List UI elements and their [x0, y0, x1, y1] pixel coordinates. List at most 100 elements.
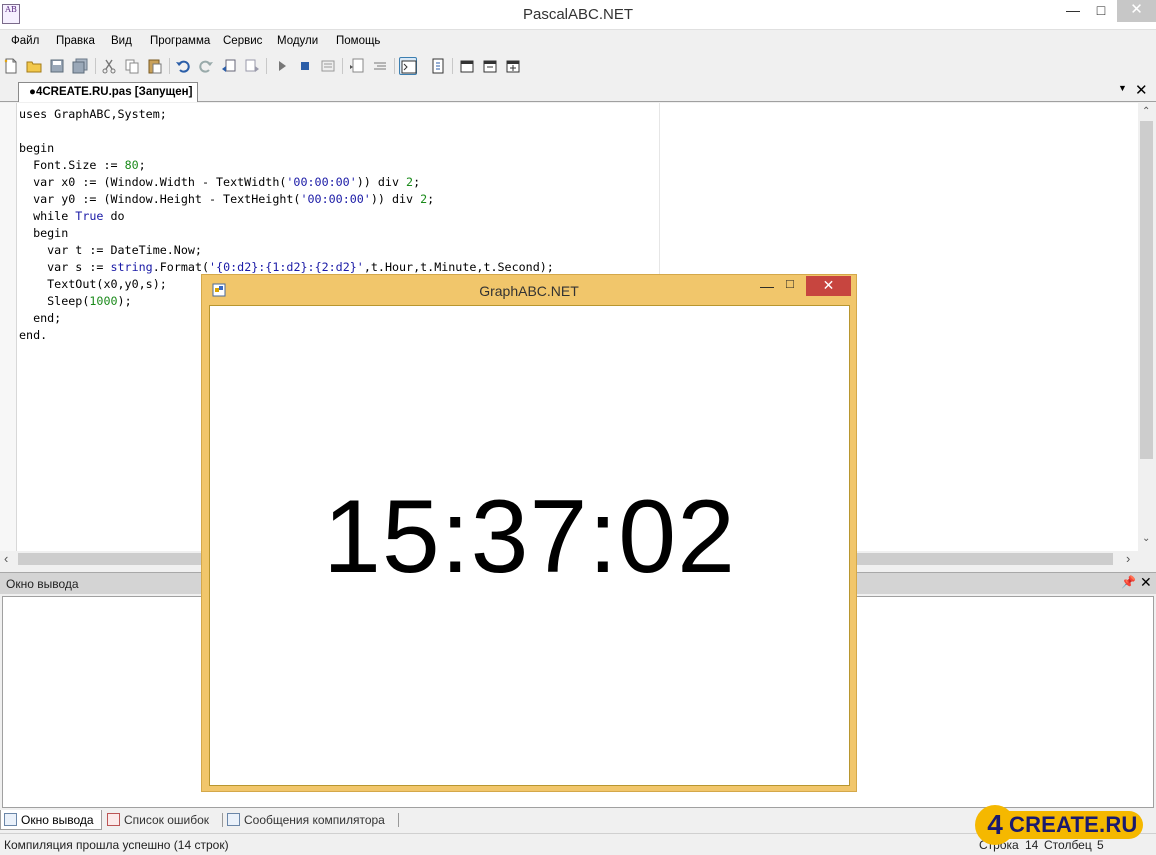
- code-line: while True do: [19, 208, 554, 225]
- save-icon[interactable]: [48, 57, 66, 75]
- tab-compiler-label: Сообщения компилятора: [244, 813, 385, 827]
- editor-gutter: [0, 103, 17, 551]
- graph-window-title: GraphABC.NET: [479, 283, 579, 299]
- stop-icon[interactable]: [296, 57, 314, 75]
- maximize-icon[interactable]: □: [1088, 0, 1114, 22]
- status-message: Компиляция прошла успешно (14 строк): [4, 838, 229, 852]
- toolbar-separator: [452, 58, 453, 74]
- code-token: ;: [138, 158, 146, 172]
- menu-program[interactable]: Программа: [150, 35, 210, 47]
- copy-icon[interactable]: [123, 57, 141, 75]
- pin-icon[interactable]: 📌: [1121, 575, 1136, 589]
- code-line: uses GraphABC,System;: [19, 106, 554, 123]
- save-all-icon[interactable]: [71, 57, 89, 75]
- tab-compiler-messages[interactable]: Сообщения компилятора: [224, 810, 396, 830]
- compile-icon[interactable]: [429, 57, 447, 75]
- scrollbar-thumb[interactable]: [1140, 121, 1153, 459]
- console-icon[interactable]: [399, 57, 417, 75]
- code-token: '00:00:00': [300, 192, 371, 206]
- menu-service[interactable]: Сервис: [223, 35, 262, 47]
- menu-file[interactable]: Файл: [11, 35, 39, 47]
- code-token: uses GraphABC,System;: [19, 107, 167, 121]
- close-icon[interactable]: ✕: [806, 276, 851, 296]
- code-token: begin: [19, 226, 69, 240]
- code-token: string: [110, 260, 153, 274]
- code-token: )) div: [356, 175, 407, 189]
- cut-icon[interactable]: [100, 57, 118, 75]
- toolbar-separator: [342, 58, 343, 74]
- menu-edit[interactable]: Правка: [56, 35, 95, 47]
- undo-icon[interactable]: [174, 57, 192, 75]
- vertical-scrollbar[interactable]: ⌃ ⌄: [1138, 103, 1156, 551]
- tab-errors[interactable]: Список ошибок: [104, 810, 220, 830]
- code-token: 1000: [89, 294, 118, 308]
- tab-output[interactable]: Окно вывода: [0, 810, 102, 830]
- output-panel-title: Окно вывода: [6, 577, 79, 591]
- chevron-down-icon[interactable]: ▼: [1118, 83, 1127, 93]
- open-folder-icon[interactable]: [25, 57, 43, 75]
- run-icon[interactable]: [273, 57, 291, 75]
- indent-icon[interactable]: [348, 57, 366, 75]
- editor-tabstrip: ●4CREATE.RU.pas [Запущен] ▼ ✕: [0, 81, 1156, 102]
- code-line: Font.Size := 80;: [19, 157, 554, 174]
- menu-view[interactable]: Вид: [111, 35, 132, 47]
- menu-bar: Файл Правка Вид Программа Сервис Модули …: [0, 31, 1156, 53]
- code-token: end;: [19, 311, 62, 325]
- tab-file[interactable]: ●4CREATE.RU.pas [Запущен]: [18, 82, 199, 102]
- close-icon[interactable]: ✕: [1117, 0, 1156, 22]
- code-token: 80: [124, 158, 139, 172]
- tab-errors-label: Список ошибок: [124, 813, 210, 827]
- output-window-icon: [4, 813, 17, 826]
- window-title: PascalABC.NET: [522, 6, 634, 23]
- step-out-icon[interactable]: [504, 57, 522, 75]
- minimize-icon[interactable]: —: [1060, 0, 1086, 22]
- debug-icon[interactable]: [319, 57, 337, 75]
- tab-separator: [398, 813, 399, 827]
- code-token: True: [75, 209, 104, 223]
- toolbar: [0, 55, 1156, 79]
- unindent-icon[interactable]: [371, 57, 389, 75]
- scroll-left-icon[interactable]: ‹: [4, 551, 8, 566]
- code-token: var t := DateTime.Now;: [19, 243, 202, 257]
- tab-output-label: Окно вывода: [21, 813, 94, 827]
- clock-text: 15:37:02: [323, 479, 736, 595]
- minimize-icon[interactable]: —: [760, 278, 774, 294]
- scroll-right-icon[interactable]: ›: [1126, 551, 1130, 566]
- step-into-icon[interactable]: [481, 57, 499, 75]
- redo-icon[interactable]: [197, 57, 215, 75]
- toolbar-separator: [169, 58, 170, 74]
- code-token: var y0 := (Window.Height - TextHeight(: [19, 192, 301, 206]
- close-icon[interactable]: ✕: [1140, 574, 1152, 591]
- toolbar-separator: [95, 58, 96, 74]
- code-token: );: [117, 294, 132, 308]
- code-token: var s :=: [19, 260, 111, 274]
- code-token: while: [19, 209, 76, 223]
- code-token: begin: [19, 141, 55, 155]
- toolbar-separator: [394, 58, 395, 74]
- compiler-messages-icon: [227, 813, 240, 826]
- toolbar-separator: [266, 58, 267, 74]
- paste-icon[interactable]: [146, 57, 164, 75]
- forward-icon[interactable]: [243, 57, 261, 75]
- new-file-icon[interactable]: [2, 57, 20, 75]
- code-line: begin: [19, 225, 554, 242]
- code-line: var t := DateTime.Now;: [19, 242, 554, 259]
- graphabc-window[interactable]: GraphABC.NET — □ ✕ 15:37:02: [201, 274, 857, 792]
- code-token: ;: [413, 175, 421, 189]
- code-token: Font.Size :=: [19, 158, 125, 172]
- scroll-up-icon[interactable]: ⌃: [1142, 106, 1150, 117]
- scroll-down-icon[interactable]: ⌄: [1142, 533, 1150, 544]
- maximize-icon[interactable]: □: [786, 276, 794, 291]
- code-token: .Format(: [152, 260, 210, 274]
- menu-help[interactable]: Помощь: [336, 35, 380, 47]
- back-icon[interactable]: [220, 57, 238, 75]
- code-line: var x0 := (Window.Width - TextWidth('00:…: [19, 174, 554, 191]
- menu-modules[interactable]: Модули: [277, 35, 318, 47]
- close-icon[interactable]: ✕: [1135, 81, 1148, 99]
- step-over-icon[interactable]: [458, 57, 476, 75]
- graph-canvas[interactable]: 15:37:02: [209, 305, 850, 786]
- code-token: Sleep(: [19, 294, 90, 308]
- tab-separator: [222, 813, 223, 827]
- code-token: ,t.Hour,t.Minute,t.Second);: [363, 260, 554, 274]
